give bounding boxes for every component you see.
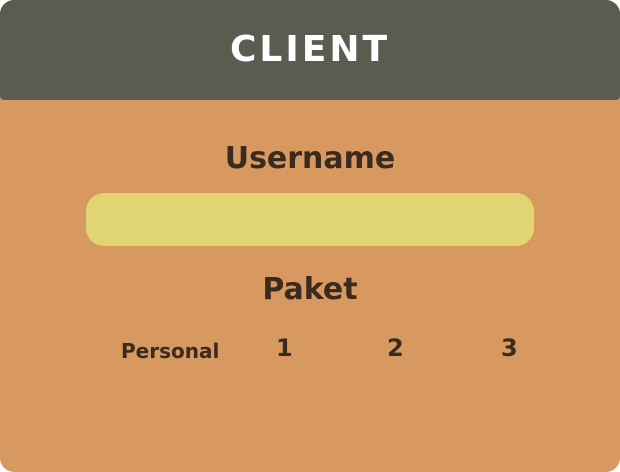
paket-label: Paket [262,272,358,307]
paket-options: Personal 1 2 3 [0,334,620,364]
client-window: CLIENT Username Paket Personal 1 2 3 [0,0,620,472]
paket-option-3[interactable]: 3 [501,334,518,362]
header-bar: CLIENT [0,0,620,100]
paket-option-personal[interactable]: Personal [121,339,219,363]
client-logo: CLIENT [229,29,391,70]
paket-option-2[interactable]: 2 [387,334,404,362]
username-label: Username [224,141,396,176]
paket-option-1[interactable]: 1 [276,334,293,362]
username-input[interactable] [86,193,534,246]
